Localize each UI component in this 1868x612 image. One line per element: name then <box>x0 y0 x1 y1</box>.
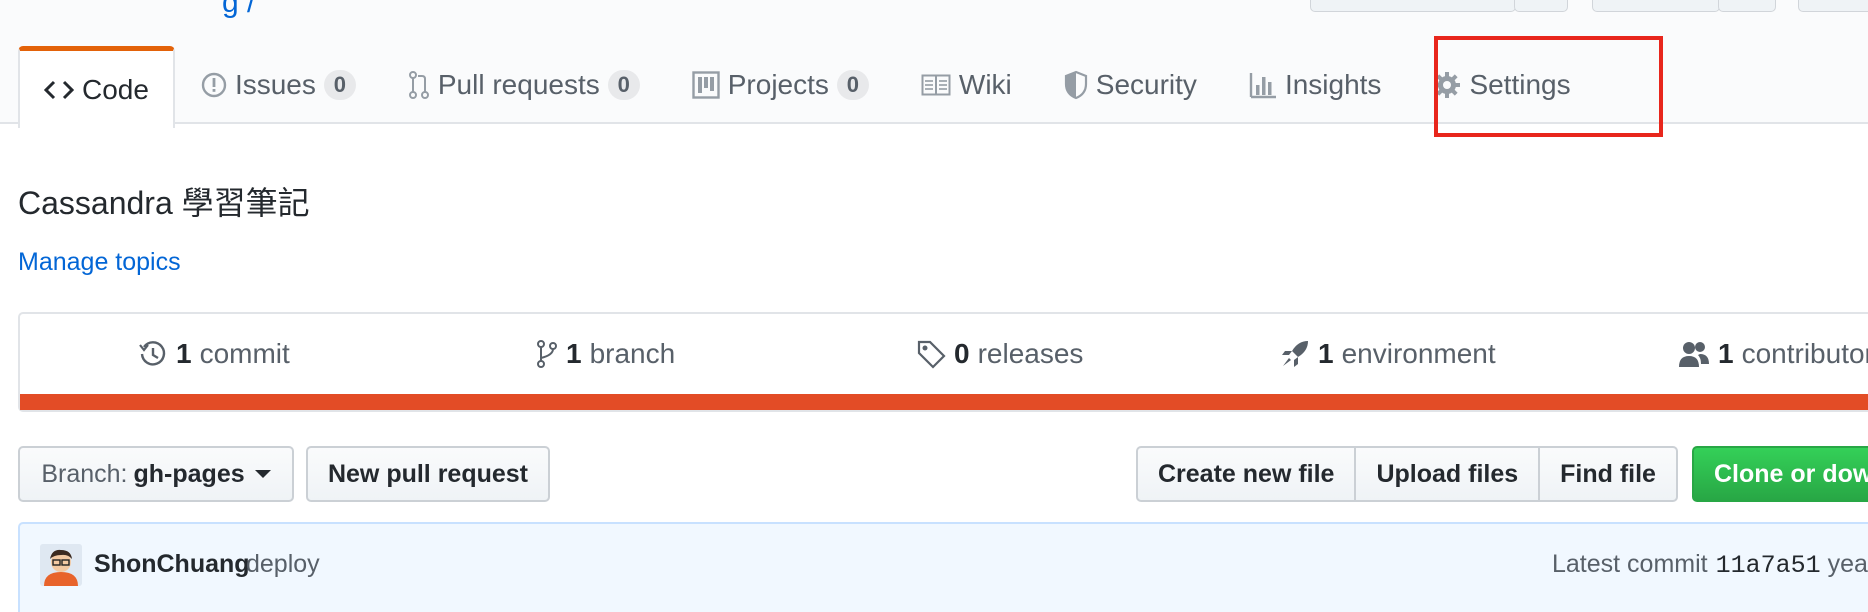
projects-counter: 0 <box>836 70 869 100</box>
repo-description: Cassandra 學習筆記 <box>18 185 310 221</box>
contributors-summary-link[interactable]: 1 contributor <box>1678 338 1868 370</box>
tab-code-label: Code <box>82 73 149 105</box>
tab-pull-requests[interactable]: Pull requests 0 <box>382 44 666 126</box>
branch-select-button[interactable]: Branch: gh-pages <box>18 446 294 502</box>
tab-projects[interactable]: Projects 0 <box>666 44 895 126</box>
environment-count: 1 <box>1318 338 1334 369</box>
manage-topics-link[interactable]: Manage topics <box>18 248 181 277</box>
issue-icon <box>201 72 227 98</box>
environments-summary-link[interactable]: 1 environment <box>1280 338 1496 370</box>
environment-label: environment <box>1341 338 1496 369</box>
contributor-count: 1 <box>1718 338 1734 369</box>
new-pull-request-button[interactable]: New pull request <box>306 446 550 502</box>
commit-label: commit <box>199 338 290 369</box>
tab-wiki[interactable]: Wiki <box>895 44 1038 126</box>
repo-nav-tabs: Code Issues 0 Pull requests 0 Projects 0… <box>18 44 1597 128</box>
upload-files-button[interactable]: Upload files <box>1356 448 1541 500</box>
tab-issues[interactable]: Issues 0 <box>175 44 382 126</box>
tag-icon <box>916 339 946 369</box>
tab-insights[interactable]: Insights <box>1223 44 1408 126</box>
contributor-label: contributor <box>1741 338 1868 369</box>
branch-count: 1 <box>566 338 582 369</box>
project-icon <box>692 71 720 99</box>
branch-label: branch <box>589 338 676 369</box>
tab-pull-requests-label: Pull requests <box>437 69 600 100</box>
code-icon <box>44 78 74 102</box>
branch-icon <box>536 339 558 369</box>
people-icon <box>1678 340 1710 368</box>
history-icon <box>138 339 168 369</box>
releases-summary-link[interactable]: 0 releases <box>916 338 1083 370</box>
watch-count[interactable] <box>1514 0 1568 12</box>
shield-icon <box>1064 70 1088 100</box>
repo-owner-link[interactable]: g / <box>222 0 255 20</box>
branch-select-name: gh-pages <box>133 459 245 488</box>
book-icon <box>921 74 951 96</box>
watch-button[interactable] <box>1310 0 1516 12</box>
chevron-down-icon <box>254 470 271 478</box>
numbers-summary: 1 commit 1 branch 0 releases 1 environme… <box>18 312 1868 412</box>
settings-highlight-box <box>1434 36 1663 137</box>
star-count[interactable] <box>1718 0 1776 12</box>
tab-security-label: Security <box>1095 69 1197 100</box>
tab-code[interactable]: Code <box>18 46 175 128</box>
file-actions-group: Create new file Upload files Find file <box>1136 446 1678 502</box>
pull-request-icon <box>408 70 430 100</box>
commits-summary-link[interactable]: 1 commit <box>138 338 290 370</box>
star-button[interactable] <box>1592 0 1720 12</box>
branches-summary-link[interactable]: 1 branch <box>536 338 675 370</box>
commit-sha-link[interactable]: 11a7a51 <box>1716 551 1821 580</box>
tab-security[interactable]: Security <box>1038 44 1223 126</box>
branch-select-prefix: Branch: <box>41 459 128 488</box>
pull-requests-counter: 0 <box>607 70 640 100</box>
tab-projects-label: Projects <box>727 69 829 100</box>
commit-tease: ShonChuang deploy Latest commit 11a7a51 y… <box>18 522 1868 612</box>
tab-wiki-label: Wiki <box>958 69 1012 100</box>
graph-icon <box>1249 71 1277 99</box>
language-bar[interactable] <box>20 394 1868 410</box>
latest-commit-label: Latest commit <box>1552 550 1708 578</box>
issues-counter: 0 <box>323 70 356 100</box>
release-count: 0 <box>954 338 970 369</box>
tab-issues-label: Issues <box>234 69 316 100</box>
release-label: releases <box>977 338 1084 369</box>
find-file-button[interactable]: Find file <box>1540 448 1676 500</box>
commit-count: 1 <box>176 338 192 369</box>
commit-time: years ago <box>1827 550 1868 578</box>
rocket-icon <box>1280 339 1310 369</box>
fork-button[interactable] <box>1798 0 1868 12</box>
clone-or-download-button[interactable]: Clone or download <box>1692 446 1868 502</box>
avatar[interactable] <box>40 544 82 586</box>
latest-commit-info: Latest commit 11a7a51 years ago <box>1552 550 1868 580</box>
commit-author-link[interactable]: ShonChuang <box>94 550 250 579</box>
create-new-file-button[interactable]: Create new file <box>1138 448 1357 500</box>
tab-insights-label: Insights <box>1284 69 1382 100</box>
commit-message-link[interactable]: deploy <box>246 550 320 579</box>
